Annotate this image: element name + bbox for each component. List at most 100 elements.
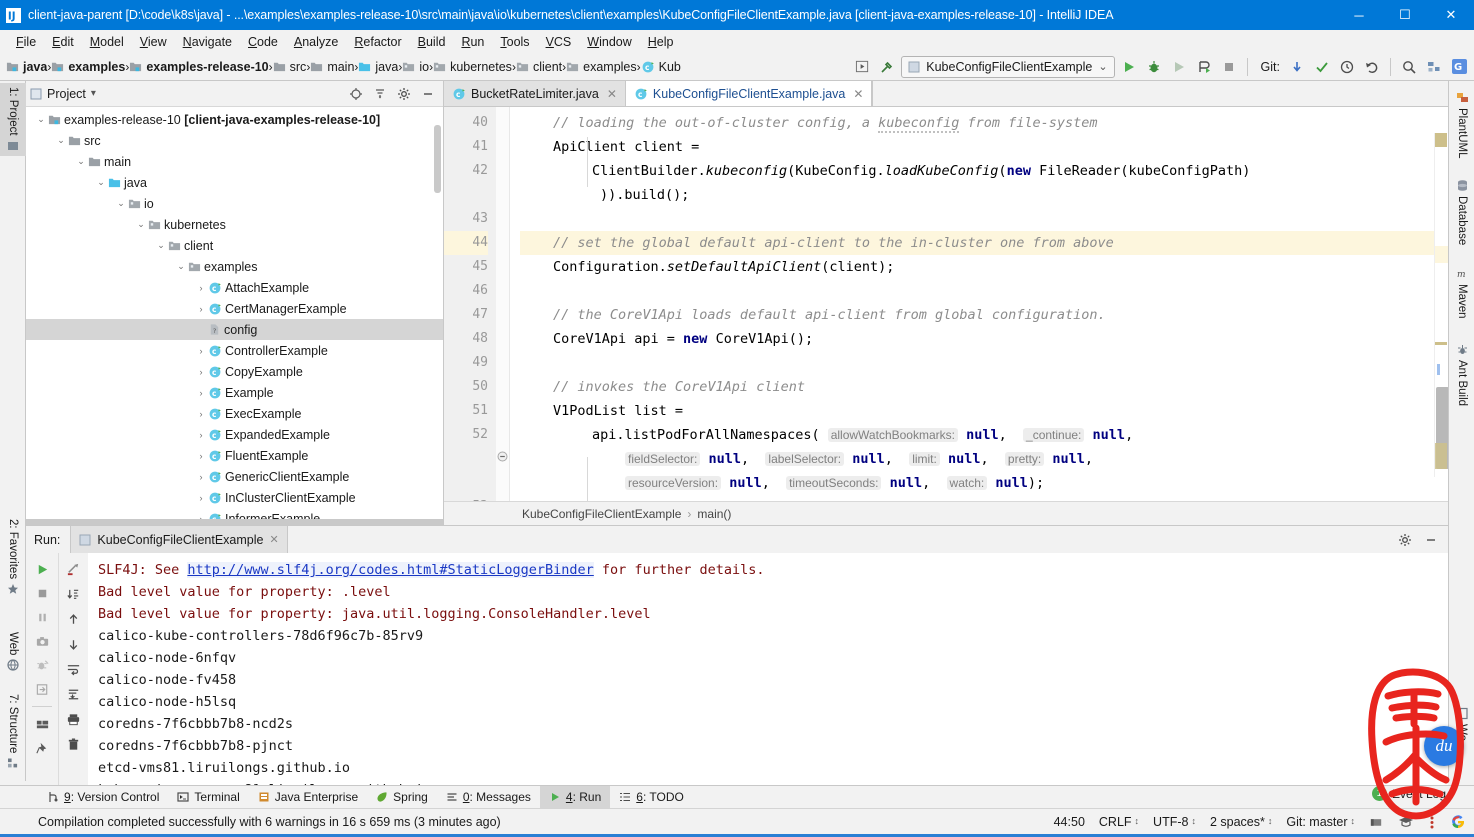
bottom-tool-4-run[interactable]: 4: Run <box>539 785 611 809</box>
gear-icon[interactable] <box>393 83 415 105</box>
menu-window[interactable]: Window <box>579 33 639 51</box>
tree-node-inclusterclientexample[interactable]: › c InClusterClientExample <box>26 487 443 508</box>
trash-icon[interactable] <box>63 733 85 755</box>
right-tool-tab-ant-build[interactable]: Ant Build <box>1449 339 1474 410</box>
gutter-line-number[interactable]: 45 <box>444 255 488 279</box>
git-branch-widget[interactable]: Git: master ↕ <box>1286 815 1355 829</box>
encoding-widget[interactable]: UTF-8 ↕ <box>1153 815 1196 829</box>
gutter-line-number[interactable]: 53 <box>444 495 488 501</box>
tree-node-kubernetes[interactable]: ⌄ kubernetes <box>26 214 443 235</box>
gutter-line-number[interactable]: 49 <box>444 351 488 375</box>
gutter-line-number[interactable]: 46 <box>444 279 488 303</box>
vcs-commit-button[interactable] <box>1311 56 1333 78</box>
menu-tools[interactable]: Tools <box>492 33 537 51</box>
tree-node-fluentexample[interactable]: › c FluentExample <box>26 445 443 466</box>
close-button[interactable]: ✕ <box>1428 0 1474 30</box>
memory-icon[interactable] <box>1369 815 1384 829</box>
console-hyperlink[interactable]: http://www.slf4j.org/codes.html#StaticLo… <box>187 562 594 578</box>
tree-node-main[interactable]: ⌄ main <box>26 151 443 172</box>
chevron-down-icon[interactable]: ▾ <box>91 88 96 99</box>
tree-node-controllerexample[interactable]: › c ControllerExample <box>26 340 443 361</box>
stripe-mark-top[interactable] <box>1435 133 1447 147</box>
caret-position[interactable]: 44:50 <box>1054 815 1085 829</box>
menu-run[interactable]: Run <box>453 33 492 51</box>
stripe-mark-lower[interactable] <box>1435 443 1447 469</box>
project-tree[interactable]: ⌄ examples-release-10 [client-java-exampl… <box>26 107 443 525</box>
indent-widget[interactable]: 2 spaces* ↕ <box>1210 815 1272 829</box>
editor-breadcrumb[interactable]: KubeConfigFileClientExample › main() <box>444 501 1448 525</box>
bottom-tool-0-messages[interactable]: 0: Messages <box>437 786 540 809</box>
profile-button[interactable] <box>1193 56 1215 78</box>
menu-code[interactable]: Code <box>240 33 286 51</box>
editor-tab-bucketratelimiter[interactable]: c BucketRateLimiter.java ✕ <box>444 81 626 106</box>
vcs-history-button[interactable] <box>1336 56 1358 78</box>
collapse-all-icon[interactable] <box>369 83 391 105</box>
menu-model[interactable]: Model <box>82 33 132 51</box>
tree-expand-arrow[interactable]: › <box>194 493 208 503</box>
tree-expand-arrow[interactable]: ⌄ <box>174 261 188 272</box>
tree-expand-arrow[interactable]: › <box>194 472 208 482</box>
arrow-down-icon[interactable] <box>63 633 85 655</box>
tree-node-example[interactable]: › c Example <box>26 382 443 403</box>
tree-expand-arrow[interactable]: ⌄ <box>134 219 148 230</box>
editor-breadcrumb-item[interactable]: KubeConfigFileClientExample <box>522 507 681 521</box>
tree-expand-arrow[interactable]: ⌄ <box>34 114 48 125</box>
gutter-line-number[interactable] <box>444 447 488 471</box>
hide-panel-icon[interactable] <box>417 83 439 105</box>
tree-expand-arrow[interactable]: › <box>194 451 208 461</box>
run-anything-icon[interactable] <box>851 56 873 78</box>
code-text[interactable]: // loading the out-of-cluster config, a … <box>510 107 1448 501</box>
gutter-line-number[interactable]: 41 <box>444 135 488 159</box>
left-tool-tab-2-favorites[interactable]: 2: Favorites <box>0 515 26 599</box>
notification-alert-icon[interactable] <box>1428 815 1436 829</box>
project-panel-title-group[interactable]: Project ▾ <box>30 87 96 101</box>
menu-vcs[interactable]: VCS <box>538 33 580 51</box>
tree-expand-arrow[interactable]: › <box>194 388 208 398</box>
fold-marker-icon[interactable] <box>497 451 509 462</box>
code-viewport[interactable]: 404142434445464748495051525354 // loadin… <box>444 107 1448 501</box>
search-everywhere-icon[interactable] <box>1398 56 1420 78</box>
gutter-line-number[interactable]: 48 <box>444 327 488 351</box>
tree-node-client[interactable]: ⌄ client <box>26 235 443 256</box>
tree-node-io[interactable]: ⌄ io <box>26 193 443 214</box>
error-stripe-scrollbar[interactable] <box>1434 133 1448 477</box>
thread-dump-icon[interactable] <box>31 654 53 676</box>
tree-node-certmanagerexample[interactable]: › c CertManagerExample <box>26 298 443 319</box>
menu-analyze[interactable]: Analyze <box>286 33 346 51</box>
gutter-line-number[interactable] <box>444 471 488 495</box>
bottom-tool-9-version-control[interactable]: 9: Version Control <box>38 786 168 809</box>
tree-node-examples-release-10[interactable]: ⌄ examples-release-10 [client-java-exampl… <box>26 109 443 130</box>
du-floating-button[interactable]: du <box>1424 726 1464 766</box>
locate-file-icon[interactable] <box>345 83 367 105</box>
tree-expand-arrow[interactable]: ⌄ <box>114 198 128 209</box>
soft-wrap-icon[interactable] <box>63 558 85 580</box>
build-hammer-icon[interactable] <box>876 56 898 78</box>
line-separator-widget[interactable]: CRLF ↕ <box>1099 815 1139 829</box>
breadcrumb-examples[interactable]: examples <box>566 60 637 74</box>
run-tab[interactable]: KubeConfigFileClientExample ✕ <box>70 526 288 553</box>
gutter-line-number[interactable]: 43 <box>444 207 488 231</box>
tree-expand-arrow[interactable]: ⌄ <box>54 135 68 146</box>
tree-node-genericclientexample[interactable]: › c GenericClientExample <box>26 466 443 487</box>
tree-expand-arrow[interactable]: › <box>194 409 208 419</box>
wrap-lines-icon[interactable] <box>63 658 85 680</box>
gutter-line-number[interactable]: 50 <box>444 375 488 399</box>
project-tree-scrollbar[interactable] <box>434 125 441 193</box>
maximize-button[interactable]: ☐ <box>1382 0 1428 30</box>
close-icon[interactable]: ✕ <box>853 87 863 101</box>
breadcrumb-client[interactable]: client <box>516 60 562 74</box>
inspection-hat-icon[interactable] <box>1398 815 1414 829</box>
editor-tab-kubeconfigfileclientexample[interactable]: c KubeConfigFileClientExample.java ✕ <box>625 81 873 106</box>
translate-icon[interactable]: G <box>1448 56 1470 78</box>
bottom-tool-6-todo[interactable]: 6: TODO <box>610 786 693 809</box>
event-log-button[interactable]: 1 Event Log <box>1371 786 1446 801</box>
scroll-stack-icon[interactable] <box>63 683 85 705</box>
scroll-to-end-icon[interactable] <box>63 583 85 605</box>
left-tool-tab-7-structure[interactable]: 7: Structure <box>0 690 26 773</box>
gutter-line-number[interactable] <box>444 183 488 207</box>
tree-expand-arrow[interactable]: › <box>194 430 208 440</box>
stripe-mark-warning[interactable] <box>1435 342 1447 345</box>
menu-build[interactable]: Build <box>410 33 454 51</box>
stop-button[interactable] <box>31 582 53 604</box>
right-tool-tab-plantuml[interactable]: PlantUML <box>1449 87 1474 163</box>
